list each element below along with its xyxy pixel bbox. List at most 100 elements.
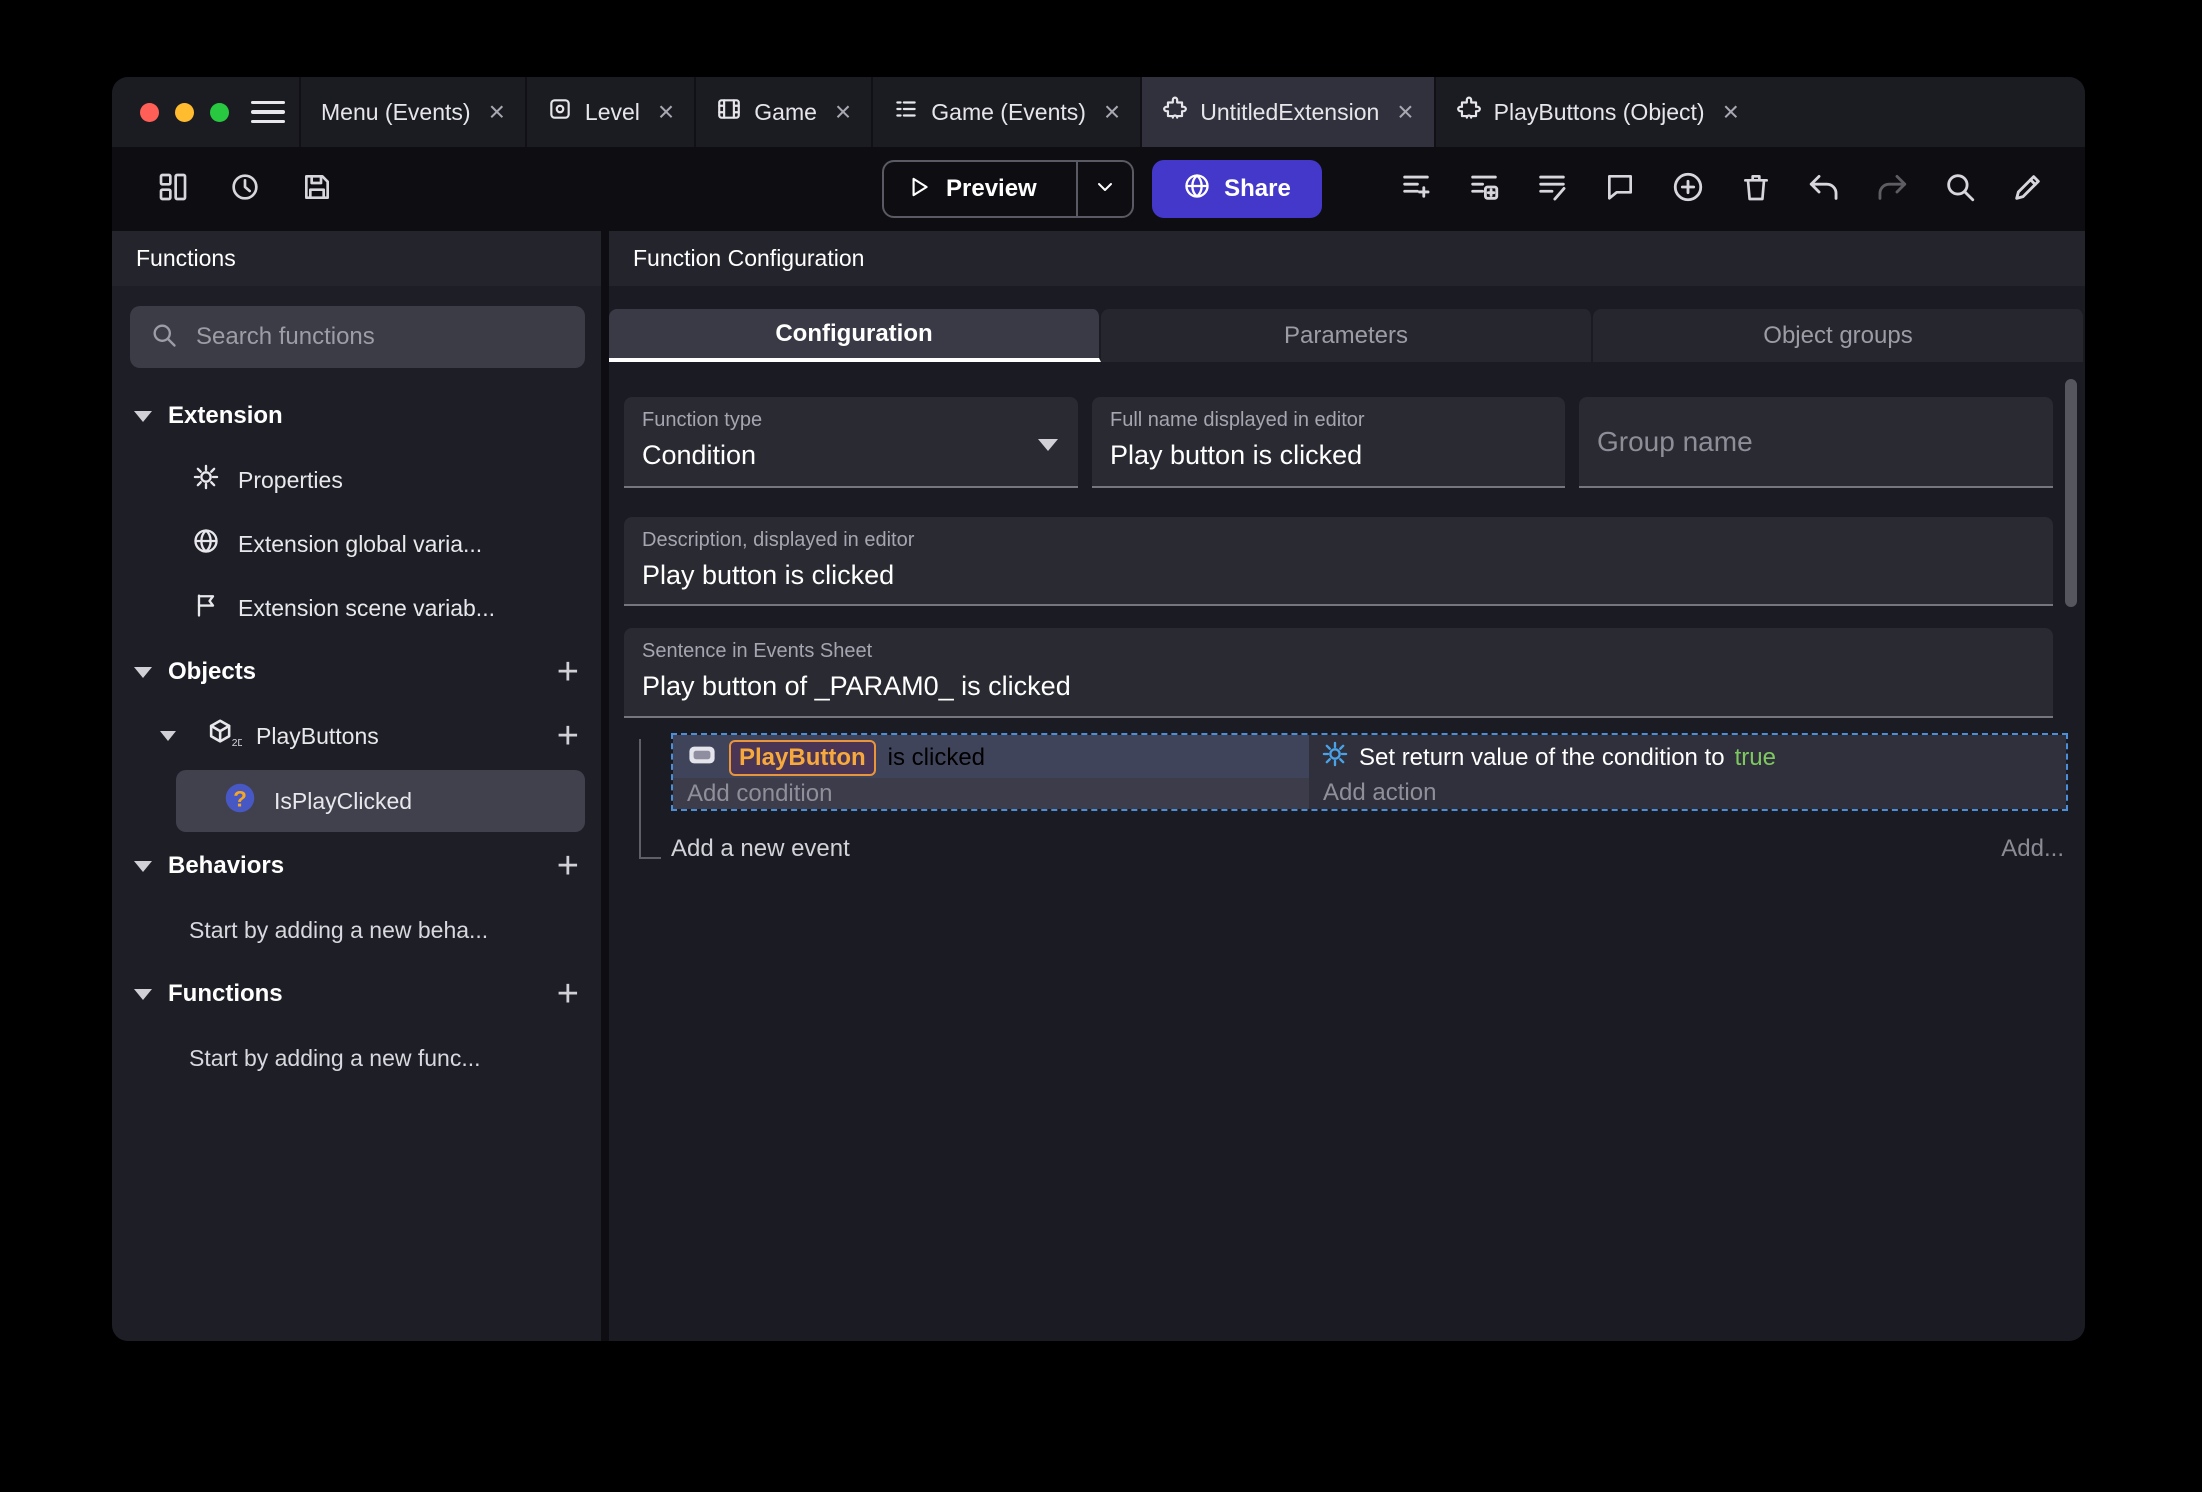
zoom-window-button[interactable] (210, 102, 229, 122)
app-body: Functions Extension Properties (112, 231, 2085, 1341)
section-extension[interactable]: Extension (112, 384, 601, 448)
project-manager-button[interactable] (152, 168, 194, 210)
event-indent-line (639, 739, 661, 859)
tab-label: UntitledExtension (1200, 98, 1380, 125)
undo-button[interactable] (1803, 168, 1845, 210)
tab-level[interactable]: Level × (524, 77, 694, 147)
tab-playbuttons-object[interactable]: PlayButtons (Object) × (1433, 77, 1759, 147)
delete-button[interactable] (1735, 168, 1777, 210)
functions-sidebar: Functions Extension Properties (112, 231, 601, 1341)
condition-instruction[interactable]: PlayButton is clicked (673, 735, 1309, 778)
tab-label: Menu (Events) (321, 98, 471, 125)
field-label: Function type (642, 409, 763, 431)
function-type-select[interactable]: Function type Condition (624, 397, 1078, 488)
sidebar-item-playbuttons[interactable]: 2D PlayButtons + (112, 704, 601, 768)
section-behaviors[interactable]: Behaviors + (112, 834, 601, 898)
add-comment-button[interactable] (1599, 168, 1641, 210)
functions-tree: Extension Properties Extension global va… (112, 384, 601, 1090)
item-label: Extension global varia... (238, 530, 483, 557)
add-object-button[interactable]: + (557, 653, 579, 691)
add-circle-button[interactable] (1667, 168, 1709, 210)
action-instruction[interactable]: Set return value of the condition to tru… (1309, 735, 2066, 777)
close-tab-icon[interactable]: × (1723, 98, 1739, 126)
tab-menu-events[interactable]: Menu (Events) × (299, 77, 525, 147)
sentence-input[interactable] (642, 671, 2035, 702)
description-input[interactable] (642, 560, 2035, 591)
tab-game[interactable]: Game × (694, 77, 871, 147)
flag-icon (192, 591, 220, 625)
toolbar-right-group (1395, 147, 2049, 231)
events-list-icon (893, 96, 919, 128)
sidebar-item-extension-global-variables[interactable]: Extension global varia... (112, 512, 601, 576)
conditions-column[interactable]: PlayButton is clicked Add condition (673, 735, 1309, 809)
section-label: Behaviors (168, 852, 285, 879)
history-button[interactable] (224, 168, 266, 210)
search-input[interactable] (194, 322, 565, 352)
tab-parameters[interactable]: Parameters (1101, 309, 1593, 362)
search-box[interactable] (130, 306, 585, 368)
window-controls (112, 77, 251, 147)
add-object-function-button[interactable]: + (557, 717, 579, 755)
preview-button[interactable]: Preview (882, 160, 1134, 218)
edit-button[interactable] (2007, 168, 2049, 210)
close-tab-icon[interactable]: × (835, 98, 851, 126)
share-button[interactable]: Share (1152, 160, 1322, 218)
gear-icon (1321, 740, 1349, 775)
button-object-icon (687, 743, 717, 774)
actions-column[interactable]: Set return value of the condition to tru… (1309, 735, 2066, 809)
minimize-window-button[interactable] (175, 102, 194, 122)
add-condition-link[interactable]: Add condition (673, 778, 1309, 808)
tab-untitled-extension[interactable]: UntitledExtension × (1140, 77, 1434, 147)
tab-label: PlayButtons (Object) (1493, 98, 1705, 125)
add-function-button[interactable]: + (557, 975, 579, 1013)
main-menu-icon[interactable] (251, 77, 285, 147)
sentence-field[interactable]: Sentence in Events Sheet (624, 628, 2053, 718)
sidebar-item-properties[interactable]: Properties (112, 448, 601, 512)
add-event-row: Add a new event Add... (671, 835, 2068, 863)
add-new-event-link[interactable]: Add a new event (671, 835, 850, 863)
group-name-input[interactable] (1597, 425, 2035, 458)
sidebar-item-isplayclicked[interactable]: ? IsPlayClicked (176, 770, 585, 832)
tab-game-events[interactable]: Game (Events) × (871, 77, 1140, 147)
gear-icon (192, 463, 220, 497)
close-tab-icon[interactable]: × (1397, 98, 1413, 126)
event-row[interactable]: PlayButton is clicked Add condition Set … (671, 733, 2068, 811)
add-action-link[interactable]: Add action (1309, 777, 2066, 807)
preview-options-button[interactable] (1078, 175, 1132, 204)
add-more-link[interactable]: Add... (2001, 835, 2064, 863)
titlebar: Menu (Events) × Level × Game × Game (Eve… (112, 77, 2085, 147)
add-event-button[interactable] (1395, 168, 1437, 210)
pencil-icon (2011, 170, 2045, 209)
preview-main[interactable]: Preview (884, 174, 1076, 205)
full-name-field[interactable]: Full name displayed in editor (1092, 397, 1565, 488)
condition-object-chip[interactable]: PlayButton (729, 740, 876, 776)
function-type-value[interactable]: Condition (642, 440, 1060, 471)
description-field[interactable]: Description, displayed in editor (624, 517, 2053, 606)
chevron-down-icon (134, 860, 152, 872)
action-value[interactable]: true (1735, 744, 1776, 772)
search-button[interactable] (1939, 168, 1981, 210)
save-button[interactable] (296, 168, 338, 210)
full-name-input[interactable] (1110, 440, 1547, 471)
field-label: Sentence in Events Sheet (642, 640, 873, 662)
chevron-down-icon (160, 731, 176, 741)
tab-configuration[interactable]: Configuration (609, 309, 1101, 362)
add-subevent-button[interactable] (1463, 168, 1505, 210)
section-functions[interactable]: Functions + (112, 962, 601, 1026)
section-objects[interactable]: Objects + (112, 640, 601, 704)
close-window-button[interactable] (140, 102, 159, 122)
tab-label: Level (584, 98, 640, 125)
redo-button[interactable] (1871, 168, 1913, 210)
close-tab-icon[interactable]: × (658, 98, 674, 126)
group-name-field[interactable] (1579, 397, 2053, 488)
sidebar-item-extension-scene-variables[interactable]: Extension scene variab... (112, 576, 601, 640)
events-sheet: PlayButton is clicked Add condition Set … (609, 733, 2085, 863)
configuration-tabs: Configuration Parameters Object groups (609, 309, 2085, 362)
close-tab-icon[interactable]: × (489, 98, 505, 126)
add-behavior-button[interactable]: + (557, 847, 579, 885)
tab-object-groups[interactable]: Object groups (1593, 309, 2085, 362)
section-label: Objects (168, 658, 257, 685)
vertical-scrollbar[interactable] (2065, 379, 2077, 607)
close-tab-icon[interactable]: × (1104, 98, 1120, 126)
add-other-events-button[interactable] (1531, 168, 1573, 210)
